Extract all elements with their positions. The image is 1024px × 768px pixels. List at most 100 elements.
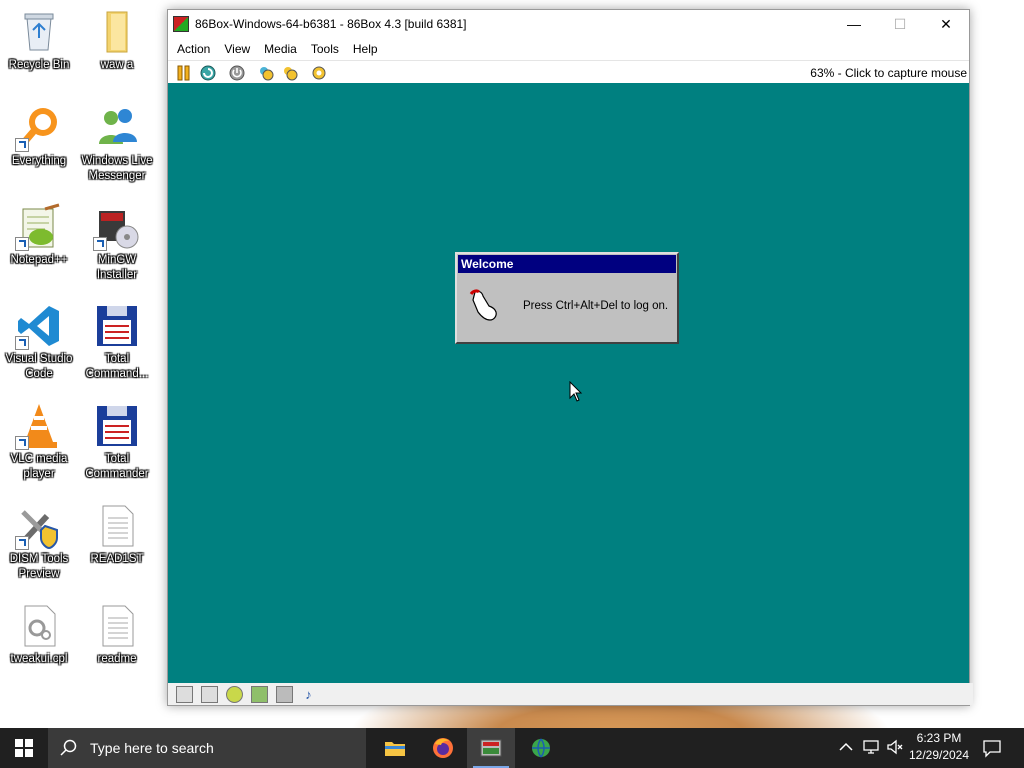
shortcut-arrow-icon (15, 138, 29, 152)
desktop-icon-recycle-bin[interactable]: Recycle Bin (2, 8, 76, 73)
window-titlebar[interactable]: 86Box-Windows-64-b6381 - 86Box 4.3 [buil… (168, 10, 969, 38)
reset-button[interactable] (199, 64, 217, 82)
firefox-icon (433, 738, 453, 758)
messenger-people-icon (93, 104, 141, 152)
capture-mouse-status: 63% - Click to capture mouse (810, 66, 967, 80)
desktop-icon-total-commander[interactable]: Total Commander (80, 402, 154, 482)
86box-app-icon (173, 16, 189, 32)
vscode-icon (15, 302, 63, 350)
pause-button[interactable] (175, 64, 193, 82)
windows-logo-icon (15, 739, 33, 757)
desktop-icon-label: Recycle Bin (8, 59, 70, 71)
start-button[interactable] (0, 728, 48, 768)
floppy-drive-1-icon[interactable] (176, 685, 193, 703)
toolbar: 63% - Click to capture mouse (168, 60, 969, 85)
desktop-icon-read1st[interactable]: READ1ST (80, 502, 154, 567)
desktop-icon-mingw-installer[interactable]: MinGW Installer (80, 203, 154, 283)
network-icon[interactable] (251, 685, 268, 703)
floppy-disk-icon (93, 302, 141, 350)
desktop-icon-readme[interactable]: readme (80, 602, 154, 667)
floppy-disk-icon (93, 402, 141, 450)
settings-button[interactable] (310, 64, 328, 82)
desktop-icon-notepad-plus-plus[interactable]: Notepad++ (2, 203, 76, 268)
magnifier-icon (15, 104, 63, 152)
minimize-button[interactable]: — (831, 10, 877, 38)
network-tray-icon[interactable] (862, 739, 880, 755)
desktop-icon-label: DISM Tools Preview (9, 553, 69, 580)
desktop-icon-vscode[interactable]: Visual Studio Code (2, 302, 76, 382)
clock-date: 12/29/2024 (908, 748, 970, 762)
keyboard-keys-icon (284, 67, 298, 81)
desktop-icon-total-commander-64[interactable]: Total Command... (80, 302, 154, 382)
gear-icon (312, 66, 326, 80)
desktop-icon-label: MinGW Installer (96, 254, 138, 281)
close-button[interactable]: ✕ (923, 10, 969, 38)
system-clock[interactable]: 6:23 PM 12/29/2024 (900, 730, 978, 764)
text-file-icon (93, 602, 141, 650)
shortcut-arrow-icon (15, 336, 29, 350)
desktop-icon-windows-live-messenger[interactable]: Windows Live Messenger (80, 104, 154, 184)
desktop-icon-label: Visual Studio Code (5, 353, 73, 380)
settings-file-icon (15, 602, 63, 650)
status-bar: ♪ (168, 683, 973, 705)
desktop-icon-dism-tools[interactable]: DISM Tools Preview (2, 502, 76, 582)
folder-icon (385, 742, 405, 756)
desktop-icon-label: Notepad++ (10, 254, 68, 266)
emulator-window: 86Box-Windows-64-b6381 - 86Box 4.3 [buil… (167, 9, 973, 706)
desktop-icon-label: Everything (11, 155, 67, 167)
guest-mouse-cursor-icon (569, 381, 583, 402)
window-title: 86Box-Windows-64-b6381 - 86Box 4.3 [buil… (195, 17, 467, 31)
welcome-dialog: Welcome Press Ctrl+Alt+Del to log on. (455, 252, 679, 344)
recycle-bin-icon (15, 8, 63, 56)
menu-action[interactable]: Action (170, 42, 217, 56)
hard-disk-icon[interactable] (276, 685, 293, 703)
desktop-icon-label: Total Commander (85, 453, 149, 480)
power-icon (229, 65, 245, 81)
menu-media[interactable]: Media (257, 42, 304, 56)
shortcut-arrow-icon (15, 536, 29, 550)
desktop-icon-tweakui[interactable]: tweakui.cpl (2, 602, 76, 667)
chevron-up-icon[interactable] (839, 742, 853, 752)
text-file-icon (93, 502, 141, 550)
cdrom-drive-icon[interactable] (226, 685, 243, 703)
taskbar-network-app[interactable] (517, 728, 565, 768)
86box-app-icon (480, 739, 502, 757)
menu-tools[interactable]: Tools (304, 42, 346, 56)
desktop-icon-label: READ1ST (90, 553, 144, 565)
menu-bar: Action View Media Tools Help (168, 38, 969, 60)
shortcut-arrow-icon (15, 436, 29, 450)
desktop-icon-label: tweakui.cpl (10, 653, 68, 665)
floppy-drive-2-icon[interactable] (201, 685, 218, 703)
clock-time: 6:23 PM (916, 731, 962, 745)
desktop-icon-label: Windows Live Messenger (81, 155, 153, 182)
search-box[interactable]: Type here to search (48, 728, 366, 768)
emulated-screen[interactable]: Welcome Press Ctrl+Alt+Del to log on. (168, 83, 969, 683)
pause-icon (177, 65, 190, 81)
taskbar-86box[interactable] (467, 728, 515, 768)
installer-box-icon (93, 203, 141, 251)
taskbar: Type here to search 6:23 PM 12/29/2024 (0, 728, 1024, 768)
desktop-icon-waw-a[interactable]: waw a (80, 8, 154, 73)
vlc-cone-icon (15, 402, 63, 450)
ctrl-alt-esc-button[interactable] (281, 64, 299, 82)
menu-help[interactable]: Help (346, 42, 385, 56)
tools-wrench-icon (15, 502, 63, 550)
sound-icon[interactable]: ♪ (301, 687, 316, 702)
maximize-button[interactable]: ☐ (877, 10, 923, 38)
desktop-icon-everything[interactable]: Everything (2, 104, 76, 169)
notepad-plus-plus-icon (15, 203, 63, 251)
ctrl-alt-del-button[interactable] (257, 64, 275, 82)
desktop-icon-vlc[interactable]: VLC media player (2, 402, 76, 482)
notification-icon[interactable] (982, 738, 1002, 758)
taskbar-file-explorer[interactable] (371, 728, 419, 768)
shortcut-arrow-icon (15, 237, 29, 251)
power-button[interactable] (228, 64, 246, 82)
menu-view[interactable]: View (217, 42, 257, 56)
globe-download-icon (532, 738, 550, 758)
desktop-icon-label: readme (97, 653, 137, 665)
folder-icon (93, 8, 141, 56)
taskbar-firefox[interactable] (419, 728, 467, 768)
welcome-dialog-title: Welcome (458, 255, 676, 273)
keyboard-keys-icon (260, 67, 274, 81)
search-placeholder: Type here to search (90, 740, 214, 756)
